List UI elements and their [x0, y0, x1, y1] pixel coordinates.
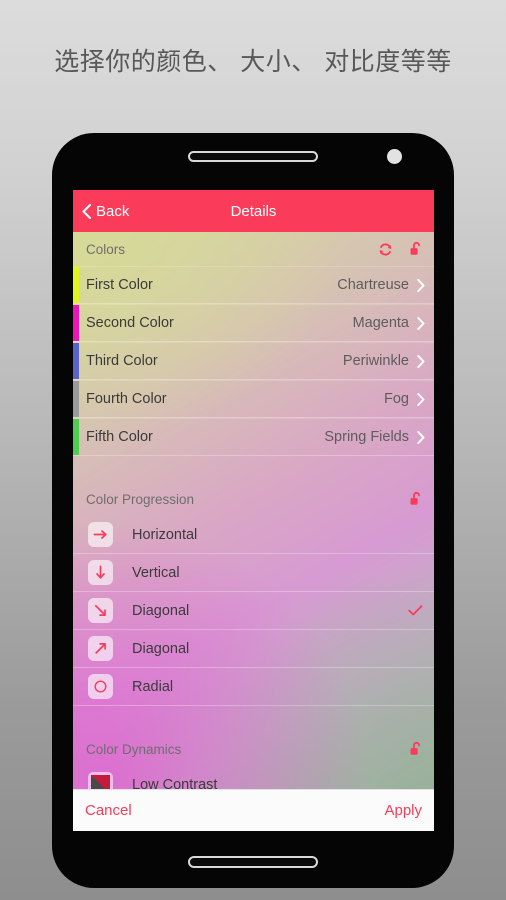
navigation-bar: Back Details	[73, 190, 434, 232]
refresh-icon[interactable]	[378, 242, 393, 257]
progression-row-list: Horizontal Vertical Diagonal Diagonal Ra…	[73, 516, 434, 706]
checkmark-icon	[408, 604, 423, 617]
chevron-right-icon	[417, 316, 425, 330]
table-row[interactable]: Third Color Periwinkle	[73, 342, 434, 380]
progression-option-label: Diagonal	[132, 640, 190, 657]
back-button-label: Back	[96, 202, 130, 220]
row-label: Second Color	[86, 315, 174, 331]
back-button[interactable]: Back	[82, 203, 129, 220]
table-row[interactable]: Fifth Color Spring Fields	[73, 418, 434, 456]
row-value: Spring Fields	[324, 429, 409, 445]
progression-option-diagonal-up[interactable]: Diagonal	[73, 630, 434, 668]
table-row[interactable]: Fourth Color Fog	[73, 380, 434, 418]
bottom-toolbar: Cancel Apply	[73, 789, 434, 831]
chevron-right-icon	[417, 354, 425, 368]
chevron-right-icon	[417, 278, 425, 292]
chevron-right-icon	[417, 392, 425, 406]
arrow-right-icon	[88, 522, 113, 547]
progression-option-label: Radial	[132, 678, 174, 695]
row-value: Periwinkle	[342, 353, 409, 369]
color-swatch-bar	[73, 419, 79, 455]
colors-row-list: First Color Chartreuse Second Color Mage…	[73, 266, 434, 456]
page-caption: 选择你的颜色、 大小、 对比度等等	[54, 48, 452, 76]
chevron-right-icon	[417, 430, 425, 444]
color-swatch-bar	[73, 267, 79, 303]
scroll-area[interactable]: Colors First Color Chartreuse Second Col…	[73, 232, 434, 831]
progression-option-horizontal[interactable]: Horizontal	[73, 516, 434, 554]
color-swatch-bar	[73, 343, 79, 379]
colors-section-header: Colors	[73, 232, 434, 266]
earpiece-speaker-icon	[188, 151, 318, 162]
arrow-down-icon	[88, 560, 113, 585]
progression-option-vertical[interactable]: Vertical	[73, 554, 434, 592]
progression-option-label: Horizontal	[132, 526, 198, 543]
arrow-down-right-icon	[88, 598, 113, 623]
arrow-up-right-icon	[88, 636, 113, 661]
table-row[interactable]: Second Color Magenta	[73, 304, 434, 342]
row-value: Chartreuse	[337, 277, 409, 293]
settings-content: Colors First Color Chartreuse Second Col…	[73, 232, 434, 831]
progression-option-radial[interactable]: Radial	[73, 668, 434, 706]
unlock-icon[interactable]	[409, 491, 424, 507]
phone-screen: Back Details Colors First Color Chartreu…	[73, 190, 434, 831]
row-value: Fog	[384, 391, 409, 407]
progression-section-title: Color Progression	[86, 491, 195, 507]
bottom-speaker-icon	[188, 856, 318, 868]
color-swatch-bar	[73, 305, 79, 341]
table-row[interactable]: First Color Chartreuse	[73, 266, 434, 304]
unlock-icon[interactable]	[409, 741, 424, 757]
row-label: Fifth Color	[86, 429, 153, 445]
apply-button[interactable]: Apply	[384, 802, 422, 819]
dynamics-section-title: Color Dynamics	[86, 741, 182, 757]
progression-option-label: Diagonal	[132, 602, 190, 619]
color-swatch-bar	[73, 381, 79, 417]
row-value: Magenta	[352, 315, 409, 331]
row-label: First Color	[86, 277, 153, 293]
unlock-icon[interactable]	[409, 241, 424, 257]
row-label: Third Color	[86, 353, 158, 369]
progression-option-diagonal-down[interactable]: Diagonal	[73, 592, 434, 630]
colors-section-title: Colors	[86, 241, 126, 257]
circle-icon	[88, 674, 113, 699]
row-label: Fourth Color	[86, 391, 167, 407]
progression-section-header: Color Progression	[73, 482, 434, 516]
front-camera-icon	[387, 149, 402, 164]
dynamics-section-header: Color Dynamics	[73, 732, 434, 766]
cancel-button[interactable]: Cancel	[85, 802, 132, 819]
progression-option-label: Vertical	[132, 564, 180, 581]
phone-mockup: Back Details Colors First Color Chartreu…	[52, 133, 454, 888]
chevron-left-icon	[82, 203, 91, 219]
